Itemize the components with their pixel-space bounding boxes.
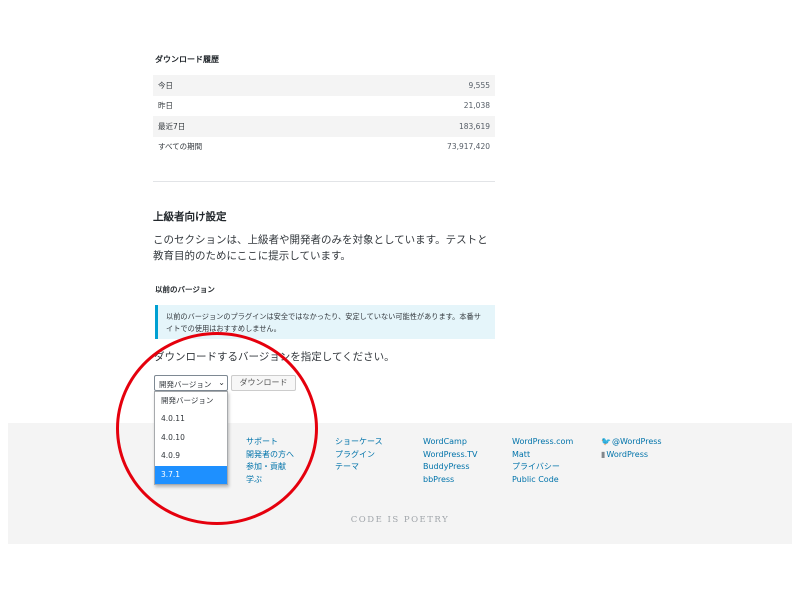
stat-label: 最近7日 [153,116,326,137]
choose-version-label: ダウンロードするバージョンを指定してください。 [154,351,395,363]
chevron-down-icon: ⌄ [218,378,225,387]
table-row: 昨日 21,038 [153,96,495,117]
footer-column-1: サポート 開発者の方へ 参加・貢献 学ぶ [246,436,294,486]
footer-social: 🐦@WordPress ▮WordPress [601,436,662,461]
stat-label: すべての期間 [158,142,203,152]
footer-column-4: WordPress.com Matt プライバシー Public Code [512,436,573,486]
section-divider [153,181,495,182]
version-select[interactable]: 開発バージョン ⌄ [154,375,228,391]
facebook-handle: WordPress [606,449,649,459]
footer-link[interactable]: Public Code [512,474,573,487]
footer-link[interactable]: プライバシー [512,461,573,474]
stat-label: 今日 [153,75,326,96]
facebook-icon: ▮ [601,449,606,459]
footer-link[interactable]: ショーケース [335,436,383,449]
stat-value: 21,038 [463,101,490,111]
footer-column-2: ショーケース プラグイン テーマ [335,436,383,474]
advanced-settings-title: 上級者向け設定 [153,211,227,223]
footer-link[interactable]: 学ぶ [246,474,294,487]
stat-label: 昨日 [158,101,173,111]
facebook-link[interactable]: ▮WordPress [601,449,662,462]
advanced-settings-description: このセクションは、上級者や開発者のみを対象としています。テストと教育目的のために… [153,234,488,262]
site-footer: サポート 開発者の方へ 参加・貢献 学ぶ ショーケース プラグイン テーマ Wo… [8,423,792,544]
footer-link[interactable]: 開発者の方へ [246,449,294,462]
download-history-table: 今日 9,555 昨日 21,038 最近7日 183,619 すべての期間 7… [153,75,495,157]
footer-tagline: CODE IS POETRY [350,515,450,525]
footer-link[interactable]: サポート [246,436,294,449]
twitter-handle: @WordPress [611,437,662,446]
previous-versions-heading: 以前のバージョン [155,285,215,294]
table-row: すべての期間 73,917,420 [153,137,495,158]
version-dropdown-list: 開発バージョン 4.0.11 4.0.10 4.0.9 3.7.1 [154,391,228,485]
footer-link[interactable]: WordPress.com [512,436,573,449]
footer-link[interactable]: プラグイン [335,449,383,462]
table-row: 今日 9,555 [153,75,495,96]
footer-link[interactable]: bbPress [423,474,478,487]
footer-link[interactable]: 参加・貢献 [246,461,294,474]
stat-value: 73,917,420 [447,142,490,152]
table-row: 最近7日 183,619 [153,116,495,137]
version-option[interactable]: 開発バージョン [155,392,227,410]
version-select-value: 開発バージョン [159,380,212,389]
footer-column-3: WordCamp WordPress.TV BuddyPress bbPress [423,436,478,486]
footer-link[interactable]: WordCamp [423,436,478,449]
twitter-link[interactable]: 🐦@WordPress [601,436,662,449]
version-option[interactable]: 4.0.11 [155,410,227,428]
footer-link[interactable]: Matt [512,449,573,462]
stat-value: 9,555 [325,75,495,96]
download-history-heading: ダウンロード履歴 [155,55,219,64]
version-option[interactable]: 4.0.9 [155,447,227,465]
warning-notice: 以前のバージョンのプラグインは安全ではなかったり、安定していない可能性があります… [155,305,495,339]
twitter-icon: 🐦 [601,437,611,446]
version-option[interactable]: 4.0.10 [155,429,227,447]
footer-link[interactable]: BuddyPress [423,461,478,474]
stat-value: 183,619 [325,116,495,137]
download-button[interactable]: ダウンロード [231,375,296,391]
footer-link[interactable]: テーマ [335,461,383,474]
footer-link[interactable]: WordPress.TV [423,449,478,462]
version-option-highlighted[interactable]: 3.7.1 [155,465,227,484]
